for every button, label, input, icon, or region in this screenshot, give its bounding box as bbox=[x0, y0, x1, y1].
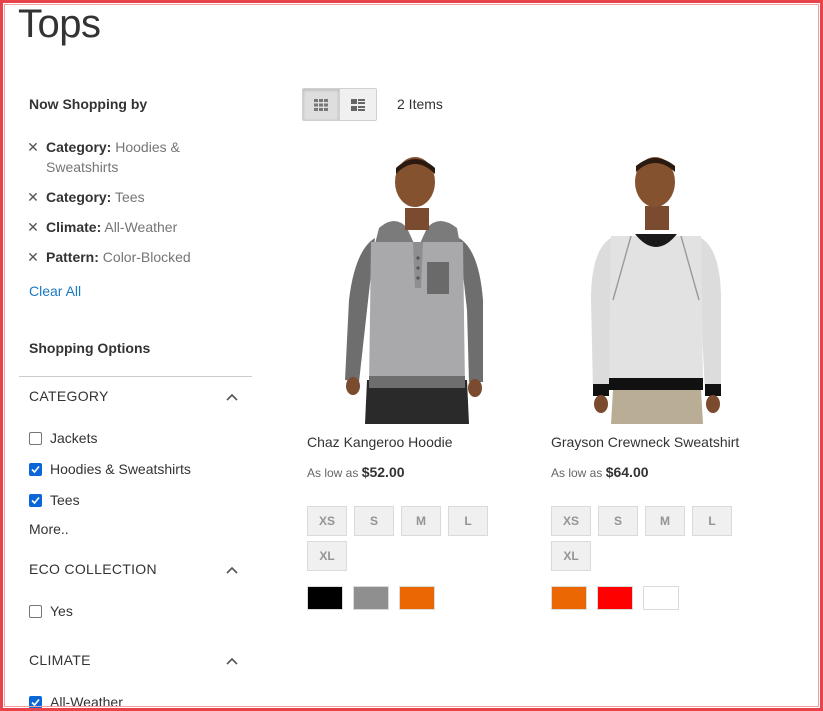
size-swatch-l[interactable]: L bbox=[692, 506, 732, 536]
list-view-button[interactable] bbox=[339, 89, 376, 120]
price-prefix: As low as bbox=[551, 466, 603, 480]
price-amount: $64.00 bbox=[605, 464, 649, 480]
more-link[interactable]: More.. bbox=[29, 521, 69, 537]
checkbox-checked[interactable] bbox=[29, 695, 42, 709]
grid-icon bbox=[313, 98, 328, 111]
filter-label: Pattern: bbox=[46, 249, 99, 265]
shopping-options-title: Shopping Options bbox=[29, 340, 151, 356]
remove-filter-icon[interactable]: ✕ bbox=[26, 187, 40, 207]
option-hoodies-sweatshirts[interactable]: Hoodies & Sweatshirts bbox=[29, 460, 191, 478]
checkbox-checked[interactable] bbox=[29, 462, 42, 476]
option-label: Hoodies & Sweatshirts bbox=[50, 461, 191, 477]
remove-filter-icon[interactable]: ✕ bbox=[26, 217, 40, 237]
product-image[interactable] bbox=[551, 150, 776, 424]
option-jackets[interactable]: Jackets bbox=[29, 429, 97, 447]
size-swatch-m[interactable]: M bbox=[401, 506, 441, 536]
category-section-title[interactable]: CATEGORY bbox=[29, 388, 109, 404]
product-name-link[interactable]: Grayson Crewneck Sweatshirt bbox=[551, 434, 739, 450]
option-label: Jackets bbox=[50, 430, 98, 446]
active-filter-pattern: ✕ Pattern: Color-Blocked bbox=[26, 247, 226, 267]
size-swatch-xs[interactable]: XS bbox=[551, 506, 591, 536]
size-swatch-xs[interactable]: XS bbox=[307, 506, 347, 536]
remove-filter-icon[interactable]: ✕ bbox=[26, 137, 40, 157]
filter-label: Category: bbox=[46, 139, 112, 155]
option-eco-yes[interactable]: Yes bbox=[29, 602, 73, 620]
sidebar: Now Shopping by ✕ Category: Hoodies & Sw… bbox=[0, 0, 260, 711]
checkbox[interactable] bbox=[29, 604, 42, 618]
color-swatch-white[interactable] bbox=[643, 586, 679, 610]
option-label: Yes bbox=[50, 603, 73, 619]
product-name-link[interactable]: Chaz Kangeroo Hoodie bbox=[307, 434, 453, 450]
chevron-up-icon[interactable] bbox=[225, 654, 239, 668]
items-count: 2 Items bbox=[397, 96, 443, 112]
checkbox-checked[interactable] bbox=[29, 493, 42, 507]
price-prefix: As low as bbox=[307, 466, 359, 480]
size-swatch-s[interactable]: S bbox=[598, 506, 638, 536]
product-price: As low as $52.00 bbox=[307, 464, 405, 480]
size-swatch-xl[interactable]: XL bbox=[307, 541, 347, 571]
color-swatch-orange[interactable] bbox=[399, 586, 435, 610]
now-shopping-title: Now Shopping by bbox=[29, 96, 148, 112]
clear-all-link[interactable]: Clear All bbox=[29, 283, 81, 299]
grid-view-button[interactable] bbox=[303, 89, 340, 120]
filter-value: Color-Blocked bbox=[102, 249, 191, 265]
filter-value: All-Weather bbox=[104, 219, 178, 235]
remove-filter-icon[interactable]: ✕ bbox=[26, 247, 40, 267]
option-all-weather[interactable]: All-Weather bbox=[29, 693, 123, 711]
filter-label: Category: bbox=[46, 189, 112, 205]
option-label: All-Weather bbox=[50, 694, 123, 710]
color-swatch-red[interactable] bbox=[597, 586, 633, 610]
color-swatch-black[interactable] bbox=[307, 586, 343, 610]
filter-label: Climate: bbox=[46, 219, 102, 235]
active-filter-category-tees: ✕ Category: Tees bbox=[26, 187, 226, 207]
color-swatch-orange[interactable] bbox=[551, 586, 587, 610]
view-mode-switcher bbox=[302, 88, 377, 121]
checkbox[interactable] bbox=[29, 431, 42, 445]
option-tees[interactable]: Tees bbox=[29, 491, 80, 509]
size-swatch-s[interactable]: S bbox=[354, 506, 394, 536]
climate-section-title[interactable]: CLIMATE bbox=[29, 652, 91, 668]
chevron-up-icon[interactable] bbox=[225, 563, 239, 577]
eco-collection-section-title[interactable]: ECO COLLECTION bbox=[29, 561, 157, 577]
active-filter-category-hoodies: ✕ Category: Hoodies & Sweatshirts bbox=[26, 137, 226, 177]
product-price: As low as $64.00 bbox=[551, 464, 649, 480]
price-amount: $52.00 bbox=[361, 464, 405, 480]
size-swatch-l[interactable]: L bbox=[448, 506, 488, 536]
divider bbox=[19, 376, 252, 377]
filter-value: Tees bbox=[115, 189, 145, 205]
chevron-up-icon[interactable] bbox=[225, 390, 239, 404]
option-label: Tees bbox=[50, 492, 80, 508]
active-filter-climate: ✕ Climate: All-Weather bbox=[26, 217, 226, 237]
size-swatch-m[interactable]: M bbox=[645, 506, 685, 536]
color-swatch-gray[interactable] bbox=[353, 586, 389, 610]
list-icon bbox=[350, 98, 365, 111]
product-image[interactable] bbox=[307, 150, 532, 424]
size-swatch-xl[interactable]: XL bbox=[551, 541, 591, 571]
